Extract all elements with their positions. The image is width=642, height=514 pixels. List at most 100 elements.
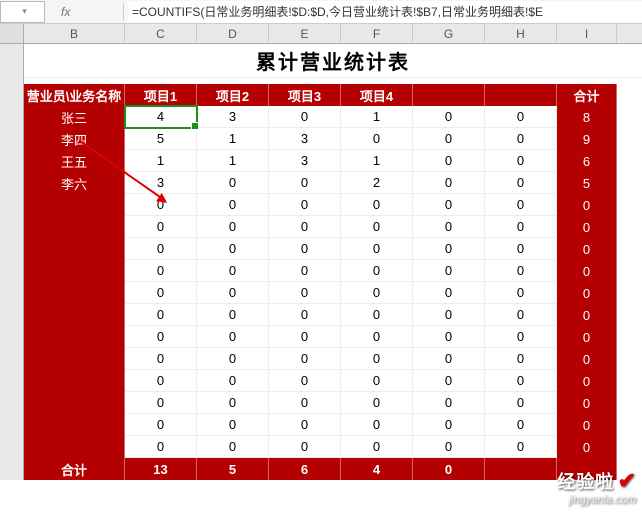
data-cell[interactable]: 0 [125,392,197,414]
data-cell[interactable]: 3 [197,106,269,128]
totals-v0[interactable]: 13 [125,458,197,480]
data-cell[interactable]: 0 [125,282,197,304]
data-cell[interactable]: 0 [341,260,413,282]
data-cell[interactable]: 0 [413,414,485,436]
data-cell[interactable]: 0 [485,348,557,370]
data-cell[interactable]: 0 [341,238,413,260]
data-cell[interactable]: 0 [197,260,269,282]
row-name-cell[interactable] [24,282,125,304]
col-header-C[interactable]: C [125,24,197,43]
data-cell[interactable]: 1 [125,150,197,172]
data-cell[interactable]: 0 [485,304,557,326]
data-cell[interactable]: 0 [269,106,341,128]
totals-label[interactable]: 合计 [24,458,125,480]
data-cell[interactable]: 5 [125,128,197,150]
col-header-G[interactable]: G [413,24,485,43]
data-cell[interactable]: 0 [197,392,269,414]
data-cell[interactable]: 0 [341,216,413,238]
row-name-cell[interactable] [24,238,125,260]
data-cell[interactable]: 0 [413,172,485,194]
data-cell[interactable]: 0 [485,106,557,128]
data-cell[interactable]: 0 [269,238,341,260]
row-name-cell[interactable] [24,370,125,392]
data-cell[interactable]: 3 [269,150,341,172]
data-cell[interactable]: 0 [341,326,413,348]
data-cell[interactable]: 4 [125,106,197,128]
data-cell[interactable]: 0 [485,128,557,150]
data-cell[interactable]: 0 [413,304,485,326]
data-cell[interactable]: 0 [125,370,197,392]
data-cell[interactable]: 1 [341,150,413,172]
data-cell[interactable]: 0 [197,238,269,260]
data-cell[interactable]: 0 [413,392,485,414]
data-cell[interactable]: 0 [125,216,197,238]
row-total-cell[interactable]: 6 [557,150,617,172]
data-cell[interactable]: 0 [197,436,269,458]
row-total-cell[interactable]: 0 [557,304,617,326]
data-cell[interactable]: 2 [341,172,413,194]
data-cell[interactable]: 1 [197,150,269,172]
data-cell[interactable]: 0 [413,436,485,458]
data-cell[interactable]: 0 [413,128,485,150]
row-total-cell[interactable]: 0 [557,216,617,238]
totals-v3[interactable]: 4 [341,458,413,480]
totals-v5[interactable] [485,458,557,480]
data-cell[interactable]: 0 [125,436,197,458]
data-cell[interactable]: 0 [197,348,269,370]
data-cell[interactable]: 0 [269,172,341,194]
data-cell[interactable]: 0 [269,260,341,282]
data-cell[interactable]: 0 [485,436,557,458]
col-header-E[interactable]: E [269,24,341,43]
header-total[interactable]: 合计 [557,84,617,106]
data-cell[interactable]: 0 [341,304,413,326]
data-cell[interactable]: 0 [413,194,485,216]
row-name-cell[interactable] [24,348,125,370]
row-name-cell[interactable]: 李六 [24,172,125,194]
data-cell[interactable]: 0 [485,216,557,238]
data-cell[interactable]: 0 [197,194,269,216]
data-cell[interactable]: 0 [341,348,413,370]
row-total-cell[interactable]: 8 [557,106,617,128]
header-blank2[interactable] [485,84,557,106]
row-name-cell[interactable] [24,326,125,348]
data-cell[interactable]: 0 [341,414,413,436]
row-total-cell[interactable]: 0 [557,414,617,436]
row-name-cell[interactable]: 张三 [24,106,125,128]
row-total-cell[interactable]: 0 [557,326,617,348]
header-item3[interactable]: 项目3 [269,84,341,106]
data-cell[interactable]: 0 [269,326,341,348]
row-total-cell[interactable]: 9 [557,128,617,150]
totals-v4[interactable]: 0 [413,458,485,480]
data-cell[interactable]: 0 [269,348,341,370]
header-item1[interactable]: 项目1 [125,84,197,106]
data-cell[interactable]: 0 [413,348,485,370]
data-cell[interactable]: 0 [413,370,485,392]
header-name-col[interactable]: 营业员\业务名称 [24,84,125,106]
data-cell[interactable]: 0 [125,304,197,326]
data-cell[interactable]: 0 [125,260,197,282]
row-total-cell[interactable]: 5 [557,172,617,194]
header-blank1[interactable] [413,84,485,106]
data-cell[interactable]: 0 [341,282,413,304]
data-cell[interactable]: 0 [341,392,413,414]
row-name-cell[interactable]: 李四 [24,128,125,150]
data-cell[interactable]: 3 [269,128,341,150]
row-total-cell[interactable]: 0 [557,194,617,216]
row-total-cell[interactable]: 0 [557,348,617,370]
data-cell[interactable]: 0 [485,172,557,194]
row-total-cell[interactable]: 0 [557,370,617,392]
data-cell[interactable]: 0 [413,260,485,282]
data-cell[interactable]: 0 [197,326,269,348]
data-cell[interactable]: 0 [413,282,485,304]
data-cell[interactable]: 0 [341,370,413,392]
row-total-cell[interactable]: 0 [557,436,617,458]
data-cell[interactable]: 0 [341,436,413,458]
data-cell[interactable]: 0 [269,282,341,304]
data-cell[interactable]: 0 [485,238,557,260]
data-cell[interactable]: 0 [269,370,341,392]
row-name-cell[interactable] [24,414,125,436]
data-cell[interactable]: 0 [485,282,557,304]
data-cell[interactable]: 0 [485,260,557,282]
row-name-cell[interactable] [24,260,125,282]
data-cell[interactable]: 0 [125,326,197,348]
